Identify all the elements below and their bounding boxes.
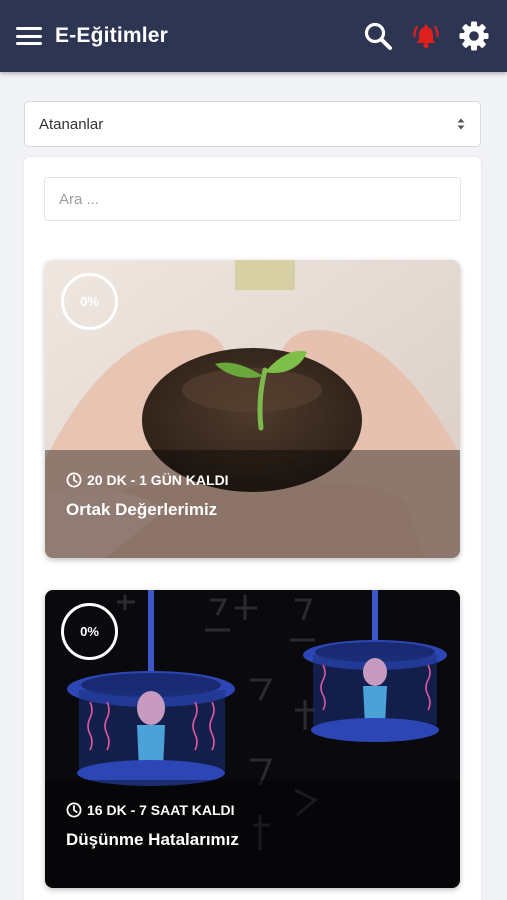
filter-selected-value: Atananlar (39, 115, 104, 133)
page-title: E-Eğitimler (55, 24, 169, 47)
menu-icon-bar (16, 42, 42, 45)
notifications-button[interactable] (409, 19, 443, 53)
menu-button[interactable] (16, 25, 42, 47)
course-card[interactable]: 0% 20 DK - 1 GÜN KALDI Ortak Değerlerimi… (45, 260, 460, 558)
course-meta: 16 DK - 7 SAAT KALDI (66, 802, 235, 818)
course-title: Ortak Değerlerimiz (66, 500, 218, 519)
course-card[interactable]: 0% 16 DK - 7 SAAT KALDI Düşünme Hataları… (45, 590, 460, 888)
progress-badge: 0% (61, 603, 118, 660)
settings-button[interactable] (457, 19, 491, 53)
course-meta: 20 DK - 1 GÜN KALDI (66, 472, 229, 488)
progress-badge: 0% (61, 273, 118, 330)
search-input[interactable] (44, 177, 461, 221)
bell-alert-icon (413, 24, 439, 49)
search-button[interactable] (361, 19, 395, 53)
menu-icon-bar (16, 27, 42, 30)
select-arrows-icon (456, 117, 466, 131)
clock-icon (66, 802, 82, 818)
assignment-filter-select[interactable]: Atananlar (24, 101, 481, 147)
app-bar: E-Eğitimler (0, 0, 507, 72)
gear-icon (459, 21, 489, 51)
clock-icon (66, 472, 82, 488)
course-list-panel: 0% 20 DK - 1 GÜN KALDI Ortak Değerlerimi… (24, 157, 481, 900)
search-icon (364, 22, 392, 50)
menu-icon-bar (16, 34, 42, 38)
course-duration-remaining: 20 DK - 1 GÜN KALDI (87, 472, 229, 488)
course-title: Düşünme Hatalarımız (66, 830, 239, 849)
course-duration-remaining: 16 DK - 7 SAAT KALDI (87, 802, 235, 818)
